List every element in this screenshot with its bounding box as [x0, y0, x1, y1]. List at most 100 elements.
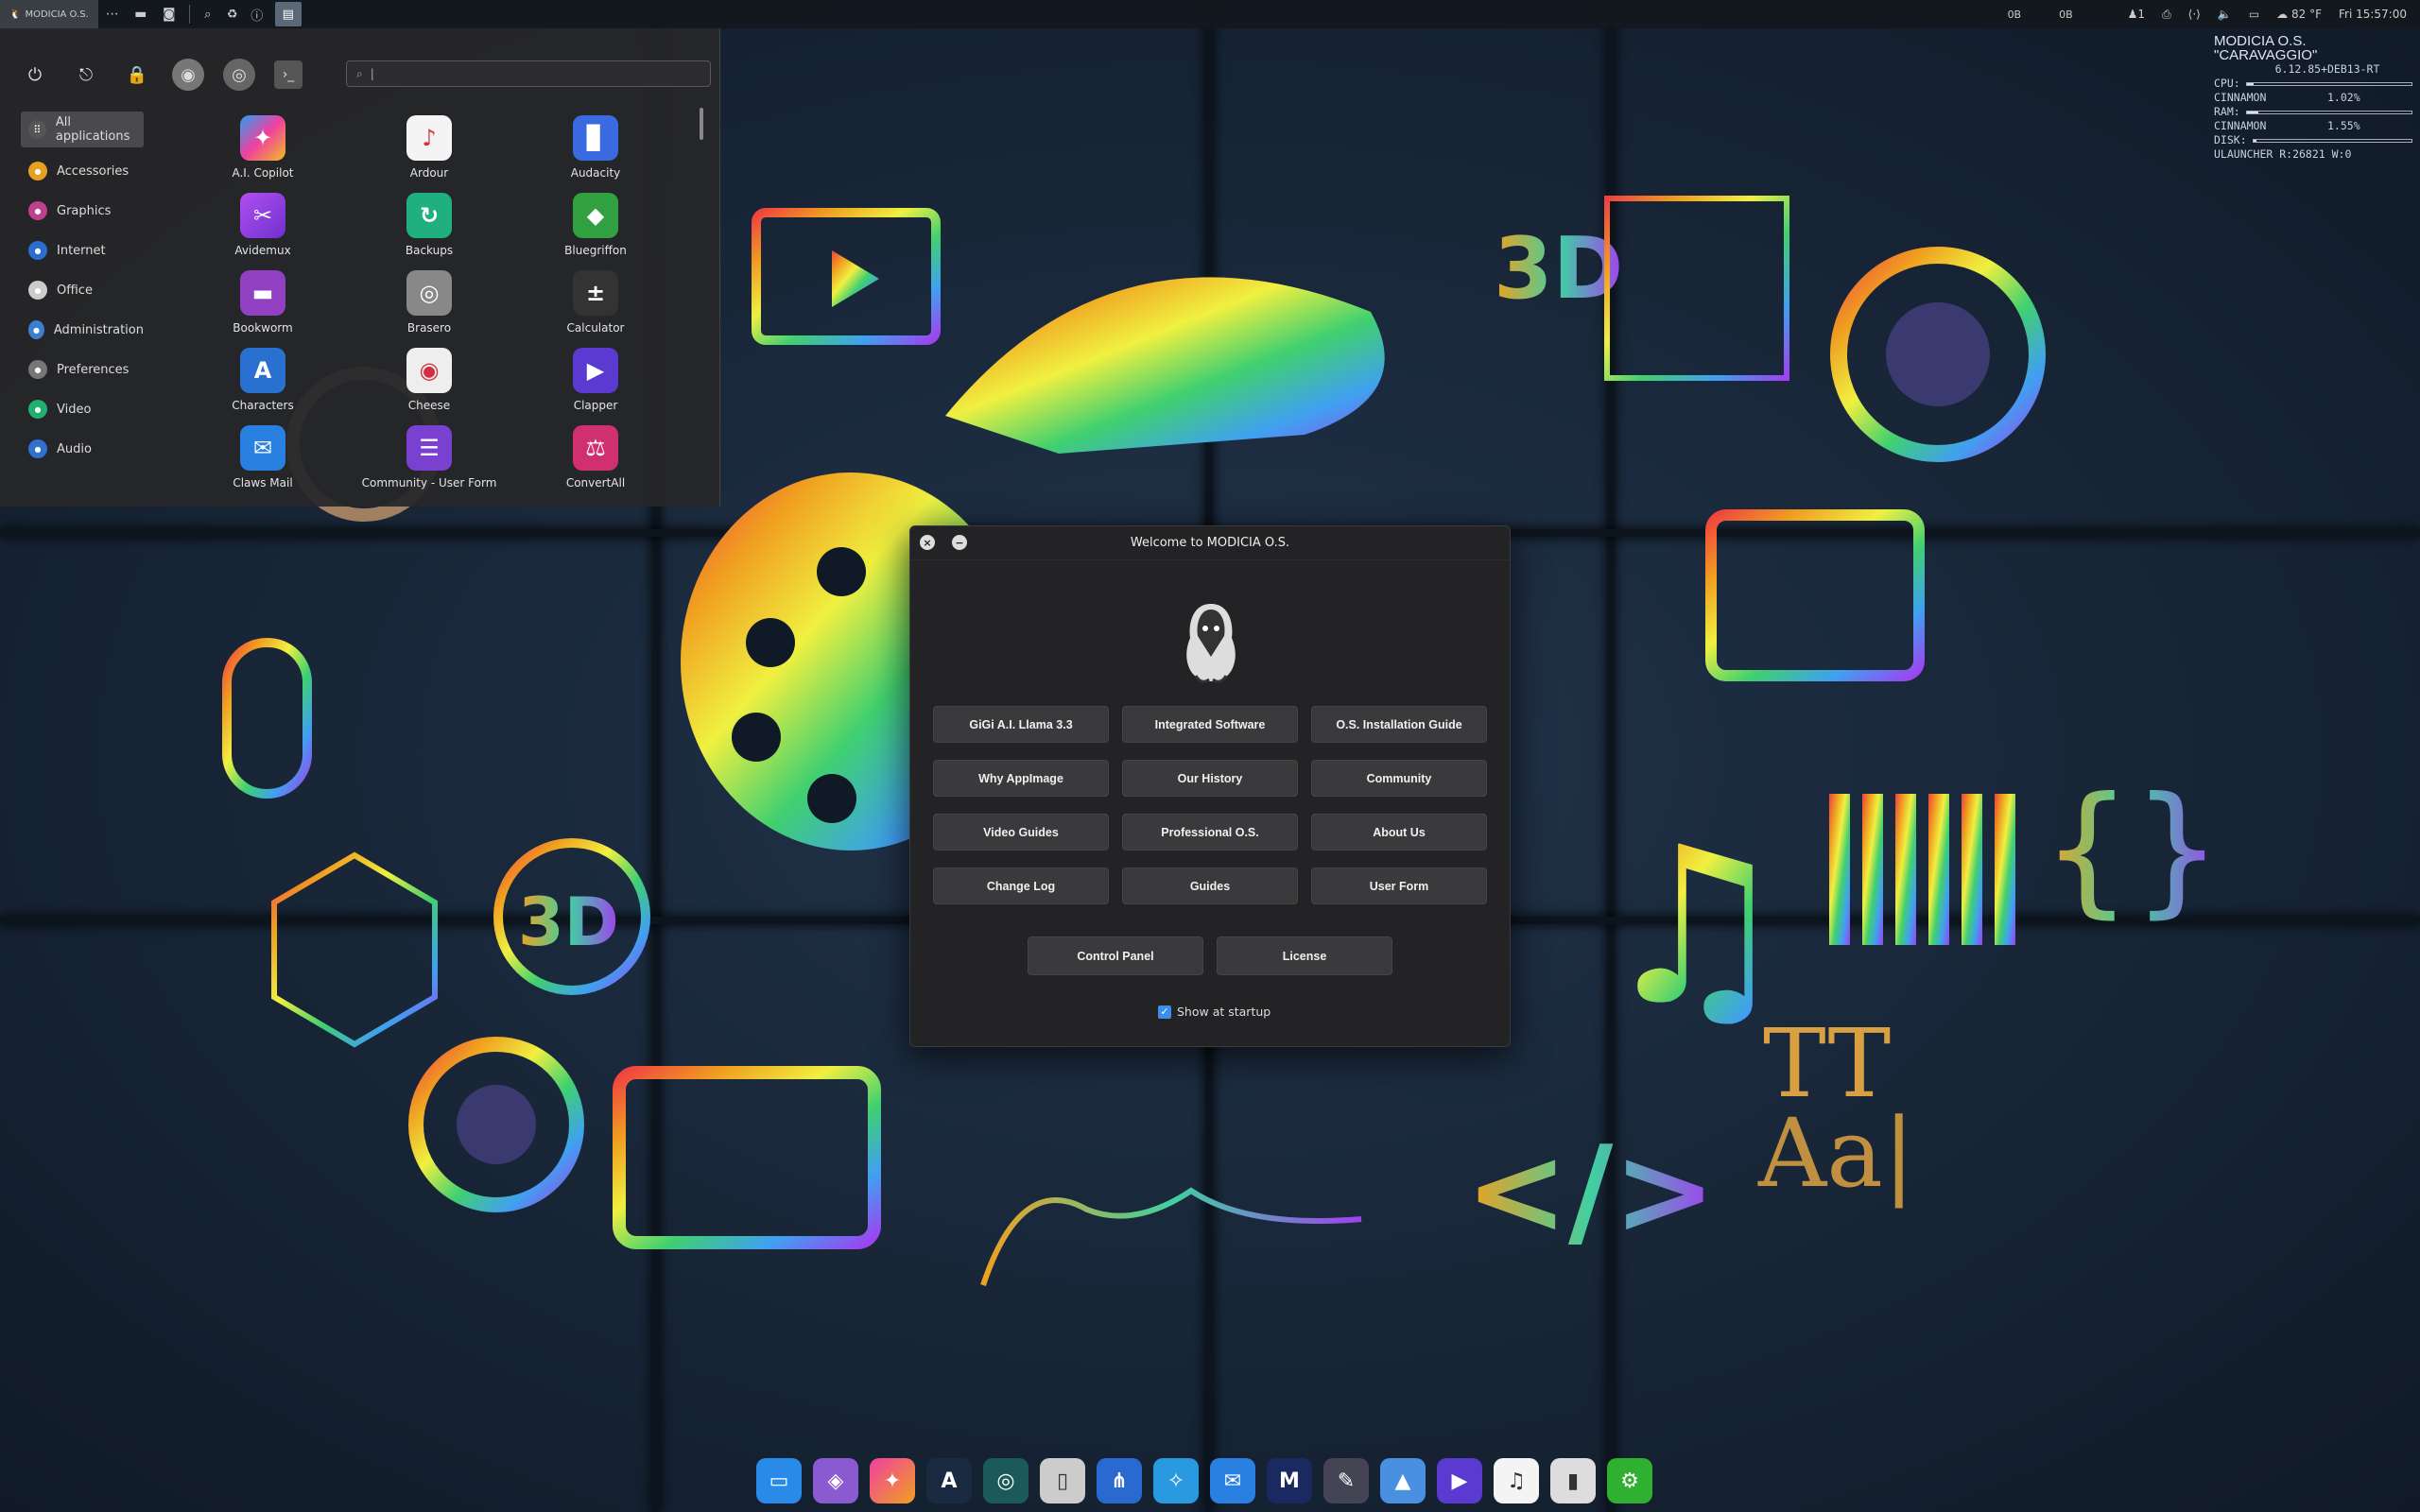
change-log-button[interactable]: Change Log [933, 868, 1109, 904]
appcenter-dock-icon[interactable]: ◈ [813, 1458, 858, 1503]
modicia-dock-icon[interactable]: M [1267, 1458, 1312, 1503]
writer-dock-icon[interactable]: ✎ [1323, 1458, 1369, 1503]
app-convertall[interactable]: ⚖ ConvertAll [512, 425, 679, 491]
clock[interactable]: Fri 15:57:00 [2339, 8, 2407, 21]
penguin-icon: 🐧 [9, 9, 22, 20]
category-administration[interactable]: ● Administration [21, 310, 144, 350]
drive-dock-icon[interactable]: ▯ [1040, 1458, 1085, 1503]
network-icon[interactable]: ⟨·⟩ [2188, 8, 2201, 21]
category-video[interactable]: ● Video [21, 389, 144, 429]
app-label: Backups [405, 244, 454, 257]
menu-search-field[interactable]: ⌕ | [346, 60, 711, 87]
app-brasero[interactable]: ◎ Brasero [346, 270, 512, 336]
code-dock-icon[interactable]: A [926, 1458, 972, 1503]
lock-icon[interactable]: 🔒 [121, 59, 153, 91]
dialog-bottom-buttons: Control Panel License [1028, 936, 1392, 975]
community-button[interactable]: Community [1311, 760, 1487, 797]
app-cheese-icon: ◉ [406, 348, 452, 393]
integrated-software-button[interactable]: Integrated Software [1122, 706, 1298, 743]
app-a-i-copilot[interactable]: ✦ A.I. Copilot [180, 115, 346, 181]
search-icon[interactable]: ⌕ [196, 0, 220, 28]
terminal-icon[interactable]: ›_ [274, 60, 302, 89]
category-internet[interactable]: ● Internet [21, 231, 144, 270]
category-preferences[interactable]: ● Preferences [21, 350, 144, 389]
category-office[interactable]: ● Office [21, 270, 144, 310]
app-characters-icon: A [240, 348, 285, 393]
category-all-applications[interactable]: ⠿ All applications [21, 112, 144, 147]
app-cheese[interactable]: ◉ Cheese [346, 348, 512, 414]
printer-icon[interactable]: ⎙ [2162, 8, 2171, 22]
category-accessories[interactable]: ● Accessories [21, 151, 144, 191]
trash-dock-icon[interactable]: ▮ [1550, 1458, 1596, 1503]
music-dock-icon[interactable]: ♫ [1494, 1458, 1539, 1503]
app-bookworm[interactable]: ▬ Bookworm [180, 270, 346, 336]
app-community-user-form[interactable]: ☰ Community - User Form [346, 425, 512, 491]
search-input[interactable]: | [371, 67, 374, 80]
app-claws-mail[interactable]: ✉ Claws Mail [180, 425, 346, 491]
user-form-button[interactable]: User Form [1311, 868, 1487, 904]
volume-icon[interactable]: 🔈 [2218, 8, 2232, 21]
ai-dock-icon[interactable]: ✦ [870, 1458, 915, 1503]
gigi-a-i-llama-3-3-button[interactable]: GiGi A.I. Llama 3.3 [933, 706, 1109, 743]
window-list-item[interactable]: ▤ [274, 2, 302, 26]
share-dock-icon[interactable]: ⋔ [1097, 1458, 1142, 1503]
category-graphics[interactable]: ● Graphics [21, 191, 144, 231]
info-icon[interactable]: ⓘ [245, 0, 269, 28]
app-audacity[interactable]: ▊ Audacity [512, 115, 679, 181]
weather-indicator[interactable]: ☁ 82 °F [2276, 8, 2322, 21]
files-dock-icon[interactable]: ▭ [756, 1458, 802, 1503]
app-clapper[interactable]: ▶ Clapper [512, 348, 679, 414]
app-clapper-icon: ▶ [573, 348, 618, 393]
battery-icon[interactable]: ▭ [2249, 8, 2259, 21]
show-at-startup-label: Show at startup [1177, 1005, 1271, 1019]
camera-icon[interactable]: ◙ [155, 0, 183, 28]
settings-dock-icon[interactable]: ⚙ [1607, 1458, 1652, 1503]
why-appimage-button[interactable]: Why AppImage [933, 760, 1109, 797]
video-guides-button[interactable]: Video Guides [933, 814, 1109, 850]
mail-dock-icon[interactable]: ✉ [1210, 1458, 1255, 1503]
our-history-button[interactable]: Our History [1122, 760, 1298, 797]
system-avatar-icon[interactable]: ◎ [223, 59, 255, 91]
app-avidemux[interactable]: ✂ Avidemux [180, 193, 346, 259]
logout-icon[interactable]: ⎋ [70, 59, 102, 91]
image-dock-icon[interactable]: ▲ [1380, 1458, 1426, 1503]
minimize-icon[interactable]: − [952, 535, 967, 550]
menu-button[interactable]: 🐧 MODICIA O.S. [0, 0, 98, 28]
folder-icon[interactable]: ▬ [127, 0, 155, 28]
category-audio[interactable]: ● Audio [21, 429, 144, 469]
recycle-icon[interactable]: ♻ [220, 0, 245, 28]
app-label: Clapper [573, 399, 618, 412]
professional-o-s-button[interactable]: Professional O.S. [1122, 814, 1298, 850]
app-label: Audacity [570, 166, 621, 180]
app-bookworm-icon: ▬ [240, 270, 285, 316]
office-icon: ● [28, 281, 47, 300]
app-label: Characters [232, 399, 294, 412]
about-us-button[interactable]: About Us [1311, 814, 1487, 850]
ram-value: 1.55% [2327, 119, 2360, 132]
app-characters[interactable]: A Characters [180, 348, 346, 414]
grid-icon: ⠿ [28, 120, 46, 139]
user-avatar-icon[interactable]: ◉ [172, 59, 204, 91]
cloud-icon: ☁ [2276, 8, 2289, 21]
license-button[interactable]: License [1217, 936, 1392, 975]
app-bluegriffon[interactable]: ◆ Bluegriffon [512, 193, 679, 259]
show-at-startup-checkbox[interactable]: ✓ Show at startup [1158, 1005, 1270, 1019]
apps-grid-icon[interactable]: ⋯ [98, 0, 127, 28]
app-label: Bluegriffon [564, 244, 627, 257]
notifications-indicator[interactable]: ♟1 [2128, 8, 2145, 21]
app-calculator[interactable]: ± Calculator [512, 270, 679, 336]
control-panel-button[interactable]: Control Panel [1028, 936, 1203, 975]
app-backups[interactable]: ↻ Backups [346, 193, 512, 259]
menu-scrollbar[interactable] [700, 108, 703, 140]
guides-button[interactable]: Guides [1122, 868, 1298, 904]
app-label: Calculator [566, 321, 625, 335]
close-icon[interactable]: × [920, 535, 935, 550]
app-ardour[interactable]: ♪ Ardour [346, 115, 512, 181]
video-dock-icon[interactable]: ▶ [1437, 1458, 1482, 1503]
category-label: Office [57, 283, 93, 298]
browser-dock-icon[interactable]: ✧ [1153, 1458, 1199, 1503]
power-icon[interactable]: ⏻ [19, 59, 51, 91]
timeshift-dock-icon[interactable]: ◎ [983, 1458, 1028, 1503]
category-list: ⠿ All applications ● Accessories ● Graphics ● I… [21, 112, 144, 469]
o-s-installation-guide-button[interactable]: O.S. Installation Guide [1311, 706, 1487, 743]
